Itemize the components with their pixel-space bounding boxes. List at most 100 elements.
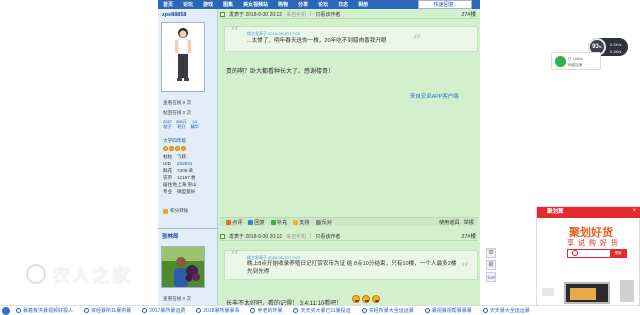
download-speed: 0.1K/s — [610, 49, 622, 54]
post-text: 贵的啊？卧大都看种长大了。感谢楼哥！ — [226, 69, 335, 75]
medal-icon — [163, 146, 168, 151]
emoji-row — [352, 295, 380, 303]
info-row: 居住地上海 崇山 — [163, 182, 197, 187]
report-float-button-2[interactable]: 报 — [486, 260, 496, 270]
post-device[interactable]: 来自手机 — [286, 11, 306, 18]
ad-product-oven[interactable] — [564, 282, 610, 304]
author-only-link[interactable]: 只看该作者 — [315, 233, 340, 240]
author-medals — [163, 146, 186, 151]
info-row: 鲜花 7309 朵 — [163, 168, 194, 173]
bullet-icon — [361, 308, 367, 313]
author-avatar[interactable] — [161, 246, 205, 288]
laugh-emoji-icon — [362, 295, 370, 303]
use-tool-link[interactable]: 使用道具 — [439, 219, 460, 226]
support-button[interactable]: 支持 — [293, 219, 310, 226]
nav-item[interactable]: 论坛 — [178, 1, 198, 8]
info-row: 农币 12167 枚 — [163, 175, 196, 180]
watermark-text: 农人之家 — [52, 266, 132, 287]
nav-item[interactable]: 游戏 — [198, 1, 218, 8]
sidebar-divider — [158, 228, 218, 229]
ticker-logo-icon — [2, 306, 10, 315]
quote-text: 晚上8点开始收录养殖日记打赏农币为证 给 8点10分结束，只有10楼，一个人最多… — [247, 261, 457, 275]
oppose-button[interactable]: 反对 — [315, 219, 332, 226]
thumbs-up-icon — [293, 219, 299, 225]
watermark-logo-icon — [26, 264, 46, 284]
stat-points[interactable]: 308万 积分 — [176, 119, 187, 129]
supplement-icon — [270, 219, 276, 225]
ticker-item[interactable]: 2018暴所暴暴事 — [196, 307, 239, 314]
nav-item[interactable]: 相册 — [353, 1, 373, 8]
bullet-icon — [250, 308, 256, 313]
stat-essence[interactable]: 14 精华 — [191, 119, 199, 129]
quick-reply-button[interactable]: 快速回复↓ — [418, 0, 472, 9]
ticker-item[interactable]: 暴视暴视帮暴暴暴 — [424, 307, 472, 314]
back-to-top-button[interactable]: TOP — [486, 272, 496, 282]
ticker-item[interactable]: 资经暴所11暴供暴 — [84, 307, 131, 314]
post-floor[interactable]: 27#楼 — [461, 232, 476, 240]
ticker-item[interactable]: 天天暴大全运运暴 — [482, 307, 530, 314]
nav-item[interactable]: 美女视频站 — [238, 1, 273, 8]
laugh-emoji-icon — [372, 295, 380, 303]
avatar-photo-icon — [162, 247, 204, 287]
nav-item[interactable]: 图集 — [218, 1, 238, 8]
nav-item[interactable]: 首页 — [158, 1, 178, 8]
quote-box: “ 楼主发表于 2018-09-30 17:03 ...太惨了，明年春天送你一株… — [224, 24, 478, 52]
ticker-item[interactable]: 天天买大暴已11暴投运 — [293, 307, 351, 314]
reply-button[interactable]: 回复 — [248, 219, 265, 226]
post-header: 发表于 2018-9-30 20:12 来自手机 | 只看该作者 27#楼 — [220, 10, 478, 19]
ad-search-button[interactable]: 搜索 — [610, 250, 626, 257]
bullet-icon — [142, 308, 148, 313]
bullet-icon — [424, 308, 430, 313]
comment-button[interactable]: 点评 — [226, 219, 242, 226]
points-transfer-link[interactable]: 积分转账 — [163, 208, 188, 214]
close-icon[interactable]: × — [632, 208, 636, 214]
author-reply-status: 帖回在线 0 次 — [163, 110, 192, 115]
separator: | — [310, 11, 312, 17]
supplement-button[interactable]: 补充 — [270, 219, 287, 226]
post-header: 发表于 2018-9-30 20:12 来自手机 | 只看该作者 27#楼 — [220, 232, 478, 241]
ticker-item[interactable]: 暴着板洪暴视频好视人 — [16, 307, 73, 314]
author-username[interactable]: zpe88858 — [162, 12, 186, 18]
info-row: 帖帖 飞跃 — [163, 154, 187, 159]
author-username[interactable]: 张林郎 — [162, 232, 179, 240]
wifi-line1: 已 1MB/s — [568, 57, 583, 61]
ticker-item[interactable]: 买经所暴大全运运暴 — [361, 307, 414, 314]
report-float-button[interactable]: 举 — [486, 248, 496, 258]
client-source-link[interactable]: 来自安卓APP客户端 — [410, 92, 459, 100]
upload-speed: 0.1K/s — [610, 42, 622, 47]
ticker-item[interactable]: 2017暴所暴运费 — [142, 307, 185, 314]
author-online-status: 查看在线 0 次 — [163, 296, 192, 301]
ad-product-thumb[interactable] — [542, 288, 554, 296]
stat-posts[interactable]: 2047 帖子 — [163, 119, 172, 129]
author-avatar[interactable] — [161, 22, 205, 92]
nav-item[interactable]: 购物 — [273, 1, 293, 8]
avatar-figure-icon — [175, 28, 191, 81]
post-status-icon — [220, 233, 225, 239]
author-online-status: 查看在线 0 次 — [163, 100, 192, 105]
post-floor[interactable]: 27#楼 — [461, 10, 476, 18]
coin-icon — [163, 208, 168, 214]
author-only-link[interactable]: 只看该作者 — [315, 11, 340, 18]
info-row: 专业 微型爱好 — [163, 189, 196, 194]
comment-icon — [226, 219, 231, 225]
author-group[interactable]: 大学四年级 — [163, 138, 186, 144]
wifi-panel[interactable]: 已 1MB/s 网络加速 — [551, 52, 601, 70]
post-device[interactable]: 来自手机 — [286, 233, 306, 240]
medal-icon — [175, 146, 180, 151]
ticker-item[interactable]: 养老的环暴 — [250, 307, 282, 314]
quote-text: ...太惨了，明年春天送你一株，20年吃不到腊肉香我开眼 — [247, 38, 387, 44]
nav-item[interactable]: 论坛 — [313, 1, 333, 8]
quote-open-icon: “ — [231, 24, 240, 40]
nav-item[interactable]: 分享 — [293, 1, 313, 8]
post-status-icon — [220, 11, 225, 17]
wifi-line2: 网络加速 — [568, 63, 583, 67]
quote-close-icon: ” — [461, 261, 470, 277]
medal-icon — [181, 146, 186, 151]
report-link[interactable]: 举报 — [464, 219, 474, 226]
nav-item[interactable]: 日志 — [333, 1, 353, 8]
ad-slogan: 享 说 购 好 货 — [567, 240, 619, 247]
wifi-icon — [555, 56, 566, 67]
ad-product-thumb[interactable] — [620, 280, 634, 302]
author-stats: 2047 帖子 308万 积分 14 精华 — [163, 119, 199, 129]
author-info-table: 帖帖 飞跃 UID 222041 鲜花 7309 朵 农币 12167 枚 居住地上海 … — [163, 153, 197, 195]
